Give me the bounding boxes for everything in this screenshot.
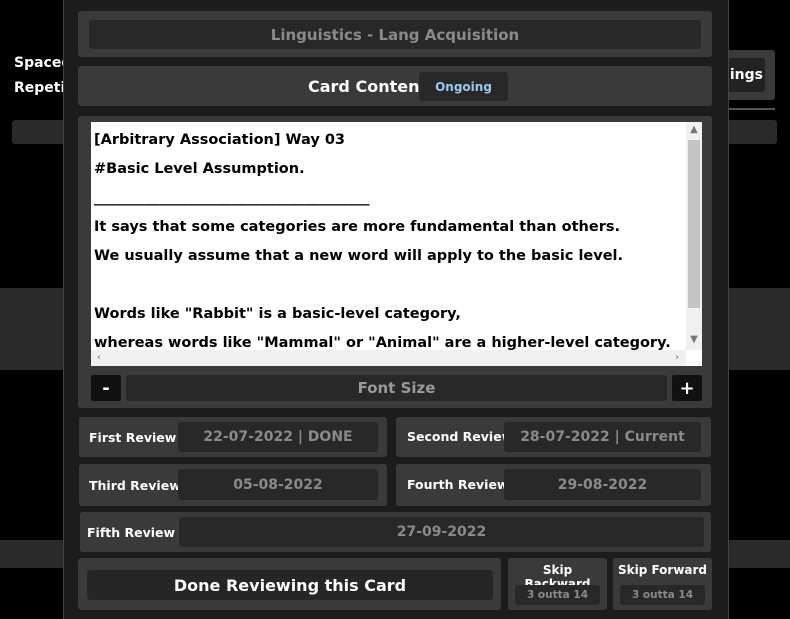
scroll-left-icon[interactable]: ‹ xyxy=(91,350,107,366)
deck-title: Linguistics - Lang Acquisition xyxy=(270,25,520,44)
card-text-line: #Basic Level Assumption. xyxy=(94,161,305,177)
second-review-panel: Second Review 28-07-2022 | Current xyxy=(396,417,711,457)
scroll-right-icon[interactable]: › xyxy=(669,350,685,366)
third-review-label: Third Review xyxy=(89,478,181,493)
fourth-review-label: Fourth Review xyxy=(407,477,509,492)
fourth-review-panel: Fourth Review 29-08-2022 xyxy=(396,464,711,506)
card-content-label: Card Content xyxy=(308,77,428,96)
skip-forward-label: Skip Forward xyxy=(617,563,708,577)
skip-forward-button[interactable]: Skip Forward 3 outta 14 xyxy=(613,558,712,610)
scroll-down-icon[interactable]: ▼ xyxy=(686,332,702,348)
background-bottom-bar-right xyxy=(727,540,790,568)
card-text-line: [Arbitrary Association] Way 03 xyxy=(94,132,346,148)
done-reviewing-panel: Done Reviewing this Card xyxy=(78,558,501,610)
card-text-line xyxy=(94,271,686,300)
second-review-label: Second Review xyxy=(407,429,514,444)
card-content-header: Card Content Ongoing xyxy=(78,66,712,106)
fifth-review-date: 27-09-2022 xyxy=(396,524,487,540)
scroll-up-icon[interactable]: ▲ xyxy=(686,122,702,138)
done-reviewing-label: Done Reviewing this Card xyxy=(173,575,407,595)
card-text-line: ______________________________________ xyxy=(94,190,370,206)
font-increase-button[interactable]: + xyxy=(672,375,702,401)
font-decrease-button[interactable]: - xyxy=(91,375,121,401)
background-bottom-bar-left xyxy=(0,540,64,568)
skip-forward-count: 3 outta 14 xyxy=(631,589,694,601)
vertical-scroll-thumb[interactable] xyxy=(688,140,700,308)
status-badge-text: Ongoing xyxy=(435,79,492,94)
done-reviewing-button[interactable]: Done Reviewing this Card xyxy=(87,570,493,600)
horizontal-scrollbar[interactable]: ‹ › xyxy=(91,350,686,366)
font-size-label: Font Size xyxy=(357,379,436,397)
third-review-panel: Third Review 05-08-2022 xyxy=(79,464,387,506)
background-right-bar xyxy=(727,120,777,144)
background-left-panel xyxy=(0,288,64,370)
card-text-line: Words like "Rabbit" is a basic-level cat… xyxy=(94,306,461,322)
vertical-scrollbar[interactable]: ▲ ▼ xyxy=(686,122,702,350)
background-divider xyxy=(727,108,775,110)
settings-button-label: ings xyxy=(729,67,763,83)
background-right-panel xyxy=(727,288,790,370)
card-text-area[interactable]: [Arbitrary Association] Way 03 #Basic Lev… xyxy=(91,122,702,366)
first-review-date: 22-07-2022 | DONE xyxy=(203,429,353,445)
skip-backward-count: 3 outta 14 xyxy=(526,589,589,601)
second-review-date: 28-07-2022 | Current xyxy=(520,429,685,445)
card-text-lines: [Arbitrary Association] Way 03 #Basic Lev… xyxy=(94,126,686,358)
font-decrease-label: - xyxy=(102,377,110,399)
skip-backward-button[interactable]: Skip Backward 3 outta 14 xyxy=(508,558,607,610)
card-text-line: It says that some categories are more fu… xyxy=(94,219,620,235)
first-review-label: First Review xyxy=(89,430,177,445)
first-review-panel: First Review 22-07-2022 | DONE xyxy=(79,417,387,457)
font-increase-label: + xyxy=(679,377,695,399)
card-text-line: We usually assume that a new word will a… xyxy=(94,248,624,264)
deck-title-panel: Linguistics - Lang Acquisition xyxy=(78,11,712,57)
background-top-bar xyxy=(12,120,64,144)
fifth-review-label: Fifth Review xyxy=(87,525,176,540)
fourth-review-date: 29-08-2022 xyxy=(557,476,648,493)
font-size-label-box: Font Size xyxy=(126,375,667,401)
status-badge: Ongoing xyxy=(419,72,508,101)
fifth-review-panel: Fifth Review 27-09-2022 xyxy=(80,512,711,552)
third-review-date: 05-08-2022 xyxy=(233,476,323,493)
